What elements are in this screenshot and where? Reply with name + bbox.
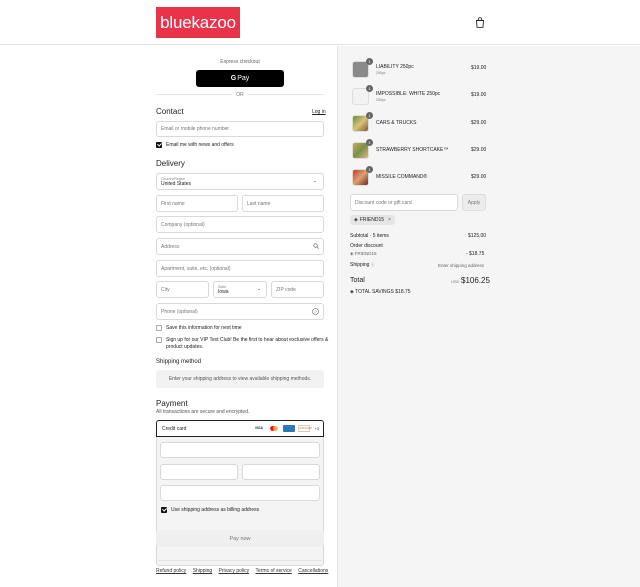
phone-input[interactable]: Phone (optional) [156,303,324,320]
header: bluekazoo [0,0,640,45]
more-cards-label: +3 [314,425,319,431]
news-label: Email me with news and offers [166,142,234,148]
discover-icon: DISCOVER [298,425,312,432]
brand-logo[interactable]: bluekazoo [156,7,240,38]
contact-title: Contact [156,107,184,116]
google-pay-button[interactable]: G Pay [196,70,284,87]
checkout-form: Express checkout G Pay OR Contact Log in… [0,46,337,587]
order-discount-value: - $18.75 [466,251,485,257]
address-input[interactable]: Address [156,238,324,255]
name-on-card-input[interactable] [160,485,320,501]
quantity-badge: 1 [366,112,373,119]
item-price: $29.00 [471,147,487,153]
line-item: 1 IMPOSSIBLE: WHITE 250pc 250pc [352,85,487,107]
footer-links: Refund policy Shipping Privacy policy Te… [156,568,333,574]
or-label: OR [156,92,324,98]
item-price: $29.00 [471,174,487,180]
discount-code-input[interactable]: Discount code or gift card [350,194,458,211]
first-name-input[interactable]: First name [156,195,238,212]
mastercard-icon [270,426,278,431]
privacy-policy-link[interactable]: Privacy policy [219,568,250,574]
order-discount-label: Order discount [350,243,383,249]
save-info-checkbox[interactable] [156,325,162,331]
credit-card-option[interactable]: Credit card VISA DISCOVER +3 [156,420,324,437]
quantity-badge: 1 [366,166,373,173]
subtotal-value: $125.00 [468,233,487,239]
line-item: 1 CARS & TRUCKS [352,112,487,134]
item-price: $19.00 [471,65,487,71]
save-info-label: Save this information for next time [166,325,242,331]
total-value: $106.25 [461,276,490,285]
apply-button[interactable]: Apply [462,194,486,211]
order-summary: 1 LIABILITY 250pc 250pc $19.00 1 IMPOSSI… [337,46,640,587]
apartment-input[interactable]: Apartment, suite, etc. (optional) [156,260,324,277]
help-icon[interactable]: ? [312,308,319,315]
line-item: 1 LIABILITY 250pc 250pc [352,58,487,80]
login-link[interactable]: Log in [312,109,326,115]
shipping-method-message: Enter your shipping address to view avai… [156,370,324,388]
quantity-badge: 1 [366,58,373,65]
company-input[interactable]: Company (optional) [156,216,324,233]
billing-address-checkbox[interactable] [161,507,167,513]
currency-label: USD [451,279,460,284]
discount-tag: ◈ FRIEND15 × [350,215,395,225]
item-price: $29.00 [471,120,487,126]
state-chevron-down-icon: ⌄ [257,286,262,292]
email-input[interactable]: Email or mobile phone number [156,121,324,137]
shipping-label: Shipping ⓘ [350,262,375,268]
cancellations-link[interactable]: Cancellations [298,568,328,574]
search-icon [313,243,319,249]
item-price: $19.00 [471,92,487,98]
vip-text-checkbox[interactable] [156,337,162,343]
info-icon[interactable]: ⓘ [371,262,375,267]
country-select[interactable]: Country/Region United States [156,173,324,190]
shipping-method-title: Shipping method [156,359,202,365]
footer-divider [156,560,324,561]
total-label: Total [350,277,365,284]
visa-icon: VISA [252,425,265,432]
line-item: 1 MISSILE COMMAND® [352,166,487,188]
item-name: CARS & TRUCKS [376,120,417,126]
payment-subtitle: All transactions are secure and encrypte… [156,409,250,415]
vip-text-label: Sign up for our VIP Text Club! Be the fi… [166,337,329,350]
news-checkbox[interactable] [156,142,162,148]
item-variant: 250pc [376,71,386,75]
quantity-badge: 1 [366,85,373,92]
item-name: IMPOSSIBLE: WHITE 250pc [376,91,441,97]
total-savings: ◈ TOTAL SAVINGS $18.75 [350,289,411,295]
terms-of-service-link[interactable]: Terms of service [255,568,291,574]
google-pay-label: Pay [237,75,250,82]
security-code-input[interactable] [242,464,320,480]
expiration-date-input[interactable] [160,464,238,480]
order-discount-code: ◈ FRIEND15 [350,251,377,256]
refund-policy-link[interactable]: Refund policy [156,568,186,574]
billing-address-label: Use shipping address as billing address [171,507,260,513]
last-name-input[interactable]: Last name [242,195,324,212]
amex-icon [283,425,296,432]
zip-input[interactable]: ZIP code [271,281,324,298]
line-item: 1 STRAWBERRY SHORTCAKE™ [352,139,487,161]
shipping-link[interactable]: Shipping [193,568,212,574]
express-checkout-label: Express checkout [220,59,260,65]
svg-text:?: ? [314,309,317,314]
shipping-value: Enter shipping address [438,263,485,268]
pay-now-button[interactable]: Pay now [156,530,324,547]
subtotal-label: Subtotal · 5 items [350,233,389,239]
quantity-badge: 1 [366,139,373,146]
item-name: MISSILE COMMAND® [376,174,428,180]
remove-discount-icon[interactable]: × [388,217,391,223]
item-name: STRAWBERRY SHORTCAKE™ [376,147,449,153]
card-number-input[interactable] [160,442,320,458]
shopping-bag-icon[interactable] [475,17,485,28]
item-variant: 250pc [376,98,386,102]
city-input[interactable]: City [156,281,209,298]
tag-icon: ◈ [354,217,358,223]
item-name: LIABILITY 250pc [376,64,414,70]
chevron-down-icon: ⌄ [313,178,318,184]
google-g-icon: G [230,75,237,82]
delivery-title: Delivery [156,159,185,168]
payment-title: Payment [156,399,188,408]
